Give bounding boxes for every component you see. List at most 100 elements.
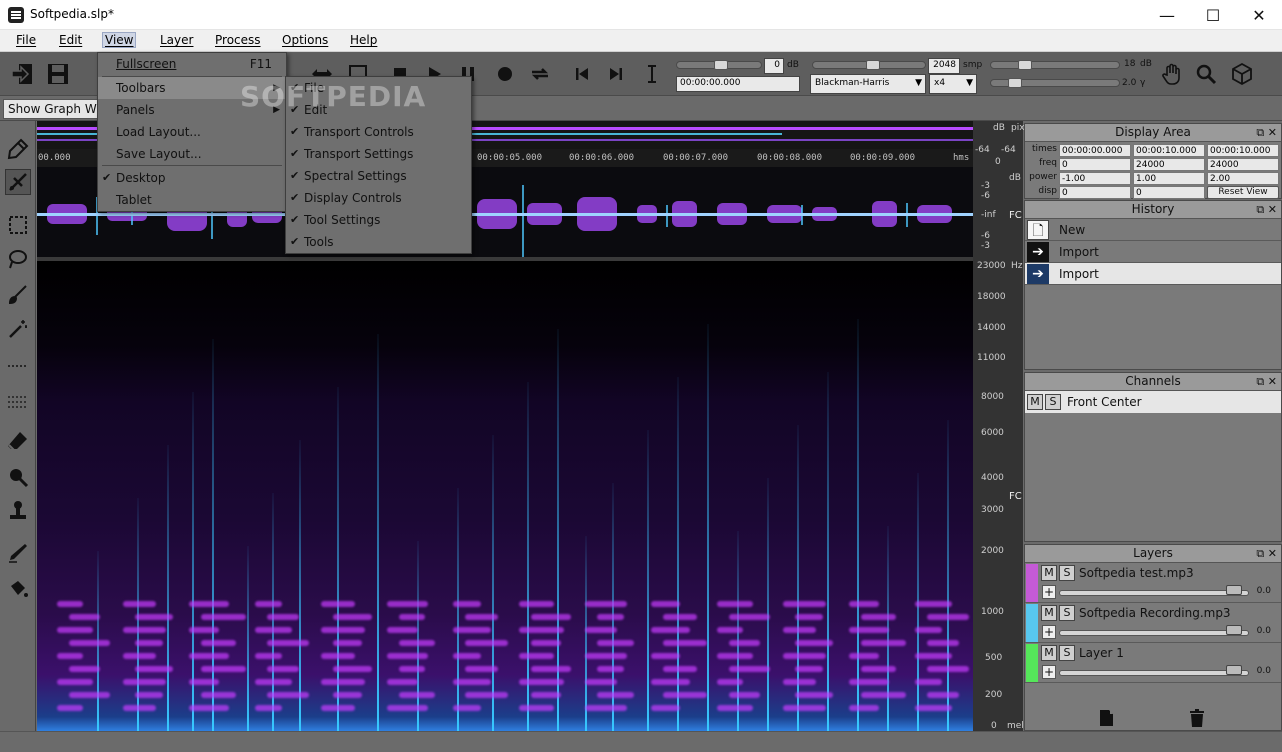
crosshair-brush-icon[interactable]	[5, 169, 31, 195]
layer-volume-thumb[interactable]	[1225, 665, 1242, 675]
layer-volume-slider[interactable]	[1059, 590, 1249, 596]
harmonic-select-icon[interactable]	[5, 389, 31, 415]
trash-icon[interactable]	[1189, 709, 1205, 727]
time-span-field[interactable]: 00:00:10.000	[1207, 144, 1279, 157]
toolbar-toggle-item[interactable]: ✔ Transport Controls	[286, 121, 471, 143]
spectrogram-view[interactable]	[37, 261, 973, 731]
mute-button[interactable]: M	[1027, 394, 1043, 410]
history-item[interactable]: ➔ Import	[1025, 241, 1281, 263]
layer-volume-slider[interactable]	[1059, 630, 1249, 636]
toolbar-toggle-item[interactable]: ✔ Spectral Settings	[286, 165, 471, 187]
window-type-select[interactable]: Blackman-Harris ▼	[810, 74, 926, 94]
overlap-select[interactable]: x4 ▼	[929, 74, 977, 94]
add-icon[interactable]: +	[1042, 585, 1056, 599]
record-icon[interactable]	[493, 62, 517, 86]
layer-mute-button[interactable]: M	[1041, 565, 1057, 581]
gain-slider-thumb[interactable]	[714, 60, 728, 70]
maximize-button[interactable]: ☐	[1190, 0, 1236, 30]
toolbar-toggle-item[interactable]: ✔ Tool Settings	[286, 209, 471, 231]
loop-icon[interactable]	[528, 62, 552, 86]
layer-row[interactable]: M S Softpedia test.mp3 + 0.0	[1025, 563, 1281, 603]
new-layer-icon[interactable]	[1099, 709, 1115, 727]
time-field[interactable]: 00:00:00.000	[676, 76, 800, 92]
reset-view-button[interactable]: Reset View	[1207, 186, 1279, 199]
hand-icon[interactable]	[1160, 62, 1184, 86]
menu-load-layout[interactable]: Load Layout...	[98, 121, 286, 143]
save-icon[interactable]	[46, 62, 70, 86]
add-icon[interactable]: +	[1042, 625, 1056, 639]
layer-volume-slider[interactable]	[1059, 670, 1249, 676]
time-end-field[interactable]: 00:00:10.000	[1133, 144, 1205, 157]
toolbar-toggle-item[interactable]: ✔ Tools	[286, 231, 471, 253]
line-select-icon[interactable]	[5, 353, 31, 379]
toolbar-toggle-item[interactable]: ✔ Transport Settings	[286, 143, 471, 165]
menu-process[interactable]: Process	[215, 33, 261, 47]
freq-start-field[interactable]: 0	[1059, 158, 1131, 171]
close-button[interactable]: ✕	[1236, 0, 1282, 30]
history-item[interactable]: ➔ Import	[1025, 263, 1281, 285]
panel-float-close-icon[interactable]: ⧉ ✕	[1256, 545, 1277, 562]
freq-end-field[interactable]: 24000	[1133, 158, 1205, 171]
disp-end-field[interactable]: 0	[1133, 186, 1205, 199]
gamma-slider-thumb[interactable]	[1008, 78, 1022, 88]
spectrogram-harmonic	[123, 601, 156, 607]
disp-start-field[interactable]: 0	[1059, 186, 1131, 199]
fft-size-value[interactable]: 2048	[928, 58, 960, 74]
toolbar-toggle-item[interactable]: ✔ Display Controls	[286, 187, 471, 209]
minimize-button[interactable]: —	[1144, 0, 1190, 30]
3d-view-icon[interactable]	[1230, 62, 1254, 86]
solo-button[interactable]: S	[1045, 394, 1061, 410]
menu-options[interactable]: Options	[282, 33, 328, 47]
skip-start-icon[interactable]	[570, 62, 594, 86]
rect-select-icon[interactable]	[5, 213, 31, 239]
menu-view[interactable]: View	[101, 32, 137, 48]
show-graph-button[interactable]: Show Graph Window	[3, 99, 103, 119]
skip-end-icon[interactable]	[604, 62, 628, 86]
clone-stamp-icon[interactable]	[5, 499, 31, 525]
cursor-position-icon[interactable]	[640, 62, 664, 86]
layer-solo-button[interactable]: S	[1059, 565, 1075, 581]
layer-mute-button[interactable]: M	[1041, 645, 1057, 661]
panel-float-close-icon[interactable]: ⧉ ✕	[1256, 373, 1277, 390]
layer-volume-thumb[interactable]	[1225, 585, 1242, 595]
power-end-field[interactable]: 1.00	[1133, 172, 1205, 185]
power-start-field[interactable]: -1.00	[1059, 172, 1131, 185]
history-item[interactable]: 🗋 New	[1025, 219, 1281, 241]
eyedropper-icon[interactable]	[5, 137, 31, 163]
menu-help[interactable]: Help	[350, 33, 377, 47]
amplify-icon[interactable]	[5, 465, 31, 491]
panel-float-close-icon[interactable]: ⧉ ✕	[1256, 124, 1277, 141]
menu-desktop[interactable]: ✔ Desktop	[98, 167, 286, 189]
gain-value[interactable]: 0	[764, 58, 784, 74]
layer-mute-button[interactable]: M	[1041, 605, 1057, 621]
range-slider-thumb[interactable]	[1018, 60, 1032, 70]
menu-edit[interactable]: Edit	[59, 33, 82, 47]
menu-tablet[interactable]: Tablet	[98, 189, 286, 211]
layer-row[interactable]: M S Layer 1 + 0.0	[1025, 643, 1281, 683]
panel-float-close-icon[interactable]: ⧉ ✕	[1256, 201, 1277, 218]
layer-volume-thumb[interactable]	[1225, 625, 1242, 635]
channel-row[interactable]: M S Front Center	[1025, 391, 1281, 413]
menu-file[interactable]: File	[16, 33, 36, 47]
magic-wand-icon[interactable]	[5, 317, 31, 343]
layer-solo-button[interactable]: S	[1059, 605, 1075, 621]
spectrogram-streak	[827, 372, 829, 731]
power-span-field[interactable]: 2.00	[1207, 172, 1279, 185]
zoom-icon[interactable]	[1194, 62, 1218, 86]
brush-icon[interactable]	[5, 283, 31, 309]
eraser-icon[interactable]	[5, 429, 31, 455]
import-icon[interactable]	[10, 62, 34, 86]
lasso-icon[interactable]	[5, 247, 31, 273]
layer-row[interactable]: M S Softpedia Recording.mp3 + 0.0	[1025, 603, 1281, 643]
add-icon[interactable]: +	[1042, 665, 1056, 679]
pen-icon[interactable]	[5, 541, 31, 567]
layer-solo-button[interactable]: S	[1059, 645, 1075, 661]
range-slider[interactable]	[990, 61, 1120, 69]
menu-save-layout[interactable]: Save Layout...	[98, 143, 286, 165]
time-start-field[interactable]: 00:00:00.000	[1059, 144, 1131, 157]
menu-fullscreen[interactable]: Fullscreen F11	[98, 53, 286, 75]
paint-bucket-icon[interactable]	[5, 577, 31, 603]
menu-layer[interactable]: Layer	[160, 33, 193, 47]
fft-size-thumb[interactable]	[866, 60, 880, 70]
freq-span-field[interactable]: 24000	[1207, 158, 1279, 171]
